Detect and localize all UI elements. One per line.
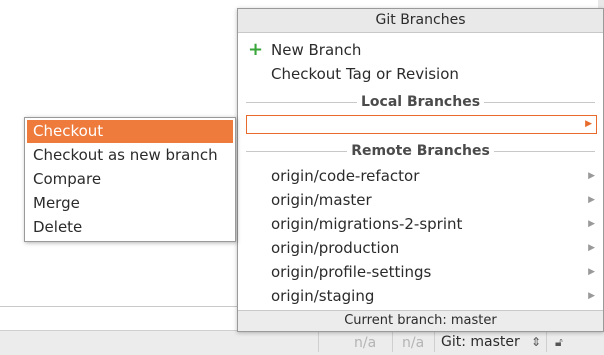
popup-title: Git Branches [238, 9, 603, 33]
submenu-arrow-icon: ▶ [588, 171, 595, 181]
branch-actions-submenu: Checkout Checkout as new branch Compare … [24, 117, 236, 242]
remote-branch-item[interactable]: origin/code-refactor ▶ [238, 164, 603, 188]
git-branch-widget[interactable]: Git: master [441, 334, 520, 350]
remote-branches-heading: Remote Branches [351, 143, 490, 159]
checkout-menu-item[interactable]: Checkout [27, 120, 233, 143]
current-branch-footer: Current branch: master [238, 310, 603, 331]
delete-menu-item[interactable]: Delete [27, 216, 233, 239]
status-separator [546, 332, 547, 352]
checkout-tag-item[interactable]: Checkout Tag or Revision [238, 62, 603, 86]
submenu-arrow-icon: ▶ [585, 119, 592, 129]
remote-branch-item[interactable]: origin/profile-settings ▶ [238, 260, 603, 284]
remote-branch-item[interactable]: origin/migrations-2-sprint ▶ [238, 212, 603, 236]
merge-menu-item[interactable]: Merge [27, 192, 233, 215]
git-branches-popup: Git Branches + New Branch Checkout Tag o… [237, 8, 604, 332]
local-branch-selected[interactable]: ▶ [246, 115, 597, 134]
submenu-arrow-icon: ▶ [588, 267, 595, 277]
remote-branch-item[interactable]: origin/staging ▶ [238, 284, 603, 308]
branch-label: origin/production [271, 239, 400, 257]
branch-label: origin/migrations-2-sprint [271, 215, 463, 233]
submenu-arrow-icon: ▶ [588, 219, 595, 229]
status-separator [318, 332, 319, 352]
new-branch-label: New Branch [271, 41, 362, 59]
remote-branches-separator: Remote Branches [246, 139, 596, 163]
submenu-arrow-icon: ▶ [588, 291, 595, 301]
lock-icon[interactable]: 🔓︎ [555, 335, 563, 350]
updown-icon: ⇕ [531, 335, 542, 349]
branch-label: origin/profile-settings [271, 263, 432, 281]
plus-icon: + [248, 39, 264, 60]
status-separator [392, 332, 393, 352]
submenu-arrow-icon: ▶ [588, 243, 595, 253]
remote-branch-item[interactable]: origin/production ▶ [238, 236, 603, 260]
status-na-1: n/a [354, 335, 377, 351]
local-branches-heading: Local Branches [360, 94, 481, 110]
remote-branch-item[interactable]: origin/master ▶ [238, 188, 603, 212]
checkout-tag-label: Checkout Tag or Revision [271, 65, 459, 83]
checkout-new-branch-menu-item[interactable]: Checkout as new branch [27, 144, 233, 167]
submenu-arrow-icon: ▶ [588, 195, 595, 205]
branch-label: origin/staging [271, 287, 375, 305]
branch-label: origin/code-refactor [271, 167, 420, 185]
status-separator [434, 332, 435, 352]
compare-menu-item[interactable]: Compare [27, 168, 233, 191]
status-na-2: n/a [402, 335, 425, 351]
local-branches-separator: Local Branches [246, 90, 596, 114]
new-branch-item[interactable]: + New Branch [238, 38, 603, 62]
branch-label: origin/master [271, 191, 372, 209]
